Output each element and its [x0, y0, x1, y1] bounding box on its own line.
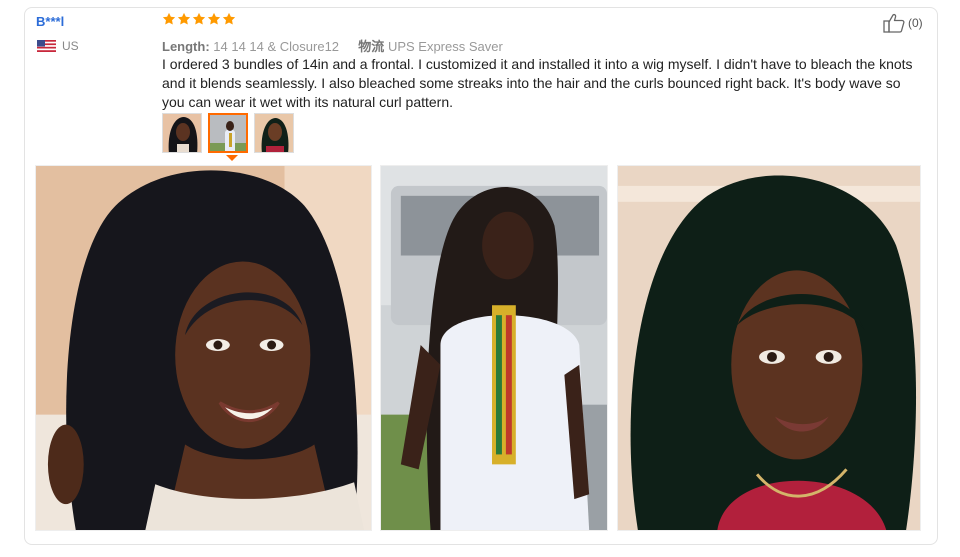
helpful-button[interactable]: (0): [883, 13, 923, 33]
shipping-value: UPS Express Saver: [387, 39, 503, 54]
star-icon: [162, 12, 176, 25]
review-text: I ordered 3 bundles of 14in and a fronta…: [162, 56, 913, 110]
review-photo[interactable]: [380, 165, 608, 531]
length-value: 14 14 14 & Closure12: [213, 39, 340, 54]
length-label: Length:: [162, 39, 210, 54]
shipping-label: 物流: [358, 39, 385, 54]
star-icon: [192, 12, 206, 25]
us-flag-icon: [37, 40, 56, 52]
star-icon: [177, 12, 191, 25]
reviewer-country: US: [37, 39, 79, 53]
photo-thumbnail-selected[interactable]: [208, 113, 248, 153]
star-icon: [207, 12, 221, 25]
selected-thumbnail-indicator: [226, 155, 238, 161]
helpful-count: (0): [908, 16, 923, 30]
thumbs-up-icon: [883, 13, 905, 33]
country-code: US: [62, 39, 79, 53]
review-photo[interactable]: [617, 165, 921, 531]
photo-thumbnail[interactable]: [254, 113, 294, 153]
reviewer-name: B***l: [36, 14, 65, 29]
photo-thumbnails: [162, 113, 294, 153]
photo-thumbnail[interactable]: [162, 113, 202, 153]
review-photo[interactable]: [35, 165, 372, 531]
star-icon: [222, 12, 236, 25]
star-rating: [162, 12, 236, 26]
order-details: Length: 14 14 14 & Closure12 物流 UPS Expr…: [162, 36, 503, 55]
